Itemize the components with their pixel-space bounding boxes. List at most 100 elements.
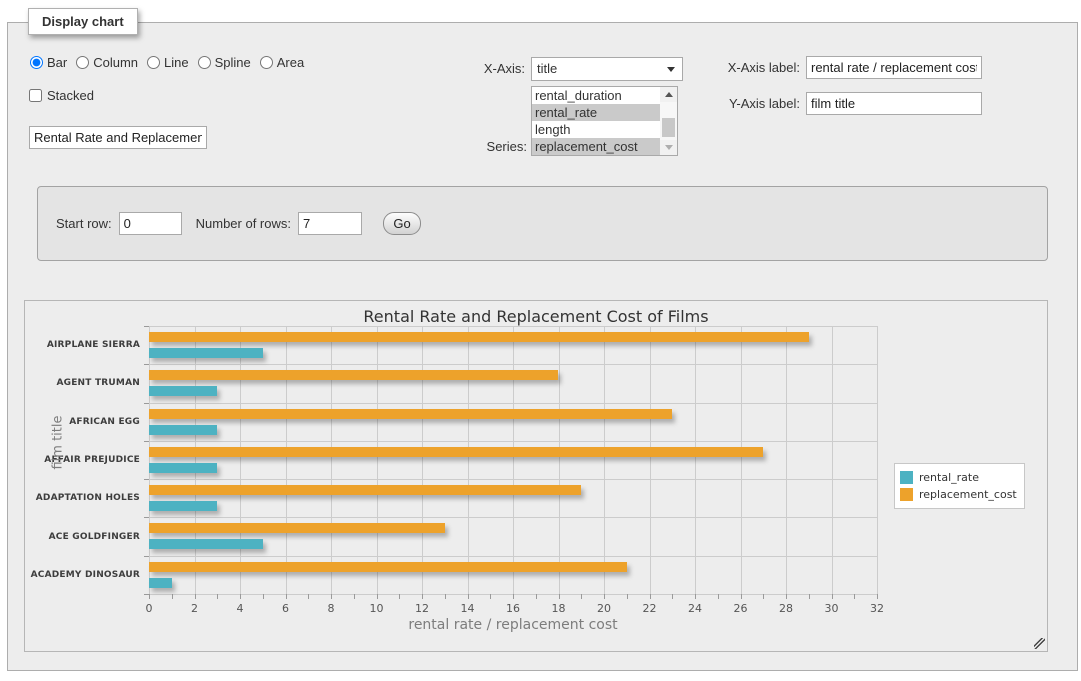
y-axis-label-field-label: Y-Axis label: xyxy=(700,96,800,111)
bar-rental_rate xyxy=(149,425,217,435)
bar-replacement_cost xyxy=(149,332,809,342)
number-of-rows-input[interactable] xyxy=(298,212,362,235)
x-tick-mark xyxy=(490,594,491,599)
category-label: ADAPTATION HOLES xyxy=(29,493,145,503)
chart-type-option-bar: Bar xyxy=(30,55,67,70)
gridline-horizontal xyxy=(149,364,877,365)
chart-type-radio-column[interactable] xyxy=(76,56,89,69)
chart-type-radio-line[interactable] xyxy=(147,56,160,69)
x-axis-label-input[interactable] xyxy=(806,56,982,79)
y-tick-mark xyxy=(144,403,149,404)
bar-rental_rate xyxy=(149,386,217,396)
chart-type-label: Column xyxy=(93,55,138,70)
stacked-option: Stacked xyxy=(29,88,94,103)
resize-grip-icon[interactable] xyxy=(1034,638,1045,649)
chart-type-option-column: Column xyxy=(76,55,138,70)
series-option-length[interactable]: length xyxy=(532,121,660,138)
chart-type-option-area: Area xyxy=(260,55,304,70)
bar-rental_rate xyxy=(149,501,217,511)
series-option-rental_duration[interactable]: rental_duration xyxy=(532,87,660,104)
y-axis-category-labels: AIRPLANE SIERRAAGENT TRUMANAFRICAN EGGAF… xyxy=(29,326,145,594)
x-tick-label: 4 xyxy=(227,602,253,615)
x-tick-mark xyxy=(877,594,878,599)
x-tick-mark xyxy=(672,594,673,599)
x-tick-label: 22 xyxy=(637,602,663,615)
bar-replacement_cost xyxy=(149,562,627,572)
gridline-vertical xyxy=(422,326,423,594)
x-tick-mark xyxy=(468,594,469,599)
x-tick-mark xyxy=(377,594,378,599)
gridline-vertical xyxy=(877,326,878,594)
y-tick-mark xyxy=(144,364,149,365)
gridline-vertical xyxy=(650,326,651,594)
gridline-vertical xyxy=(240,326,241,594)
x-tick-mark xyxy=(627,594,628,599)
series-scrollbar[interactable] xyxy=(660,87,677,155)
x-tick-mark xyxy=(354,594,355,599)
category-label: ACADEMY DINOSAUR xyxy=(29,570,145,580)
x-tick-mark xyxy=(513,594,514,599)
x-tick-mark xyxy=(763,594,764,599)
arrow-down-icon xyxy=(665,145,673,150)
legend-item-rental_rate: rental_rate xyxy=(900,469,1017,486)
chart-type-radio-spline[interactable] xyxy=(198,56,211,69)
gridline-vertical xyxy=(331,326,332,594)
gridline-horizontal xyxy=(149,441,877,442)
x-tick-mark xyxy=(786,594,787,599)
legend-swatch-icon xyxy=(900,488,913,501)
x-tick-label: 12 xyxy=(409,602,435,615)
number-of-rows-label: Number of rows: xyxy=(196,216,291,231)
chart-type-radio-bar[interactable] xyxy=(30,56,43,69)
x-tick-label: 8 xyxy=(318,602,344,615)
category-label: AIRPLANE SIERRA xyxy=(29,340,145,350)
series-option-replacement_cost[interactable]: replacement_cost xyxy=(532,138,660,155)
x-tick-label: 14 xyxy=(455,602,481,615)
x-tick-mark xyxy=(263,594,264,599)
scrollbar-thumb[interactable] xyxy=(662,118,675,137)
go-button[interactable]: Go xyxy=(383,212,421,235)
x-tick-mark xyxy=(445,594,446,599)
chart-title-input[interactable] xyxy=(29,126,207,149)
bar-replacement_cost xyxy=(149,447,763,457)
gridline-vertical xyxy=(286,326,287,594)
x-tick-mark xyxy=(832,594,833,599)
series-option-rental_rate[interactable]: rental_rate xyxy=(532,104,660,121)
gridline-vertical xyxy=(377,326,378,594)
bar-replacement_cost xyxy=(149,370,558,380)
y-axis-label-input[interactable] xyxy=(806,92,982,115)
gridline-vertical xyxy=(468,326,469,594)
legend-series-label: rental_rate xyxy=(919,471,979,484)
gridline-horizontal xyxy=(149,479,877,480)
stacked-checkbox[interactable] xyxy=(29,89,42,102)
bar-rental_rate xyxy=(149,463,217,473)
series-multiselect[interactable]: rental_durationrental_ratelengthreplacem… xyxy=(531,86,678,156)
bar-replacement_cost xyxy=(149,485,581,495)
category-label: ACE GOLDFINGER xyxy=(29,532,145,542)
x-tick-mark xyxy=(286,594,287,599)
start-row-input[interactable] xyxy=(119,212,182,235)
x-tick-label: 20 xyxy=(591,602,617,615)
bar-rental_rate xyxy=(149,539,263,549)
bar-rental_rate xyxy=(149,578,172,588)
x-axis-select[interactable]: title xyxy=(531,57,683,81)
gridline-vertical xyxy=(195,326,196,594)
x-tick-label: 18 xyxy=(546,602,572,615)
plot-area: 02468101214161820222426283032 xyxy=(149,326,877,594)
x-axis-label-field-label: X-Axis label: xyxy=(700,60,800,75)
gridline-vertical xyxy=(604,326,605,594)
panel-title: Display chart xyxy=(28,8,138,35)
x-tick-mark xyxy=(149,594,150,599)
scroll-up-button[interactable] xyxy=(660,87,677,102)
chart-legend: rental_ratereplacement_cost xyxy=(894,463,1025,509)
chart-type-label: Spline xyxy=(215,55,251,70)
x-axis-select-label: X-Axis: xyxy=(455,61,525,76)
chart-type-radio-area[interactable] xyxy=(260,56,273,69)
scroll-down-button[interactable] xyxy=(660,140,677,155)
gridline-vertical xyxy=(513,326,514,594)
y-tick-mark xyxy=(144,479,149,480)
x-tick-label: 32 xyxy=(864,602,890,615)
x-tick-label: 10 xyxy=(364,602,390,615)
stacked-label: Stacked xyxy=(47,88,94,103)
y-axis-title: film title xyxy=(51,383,66,503)
chart-type-option-spline: Spline xyxy=(198,55,251,70)
